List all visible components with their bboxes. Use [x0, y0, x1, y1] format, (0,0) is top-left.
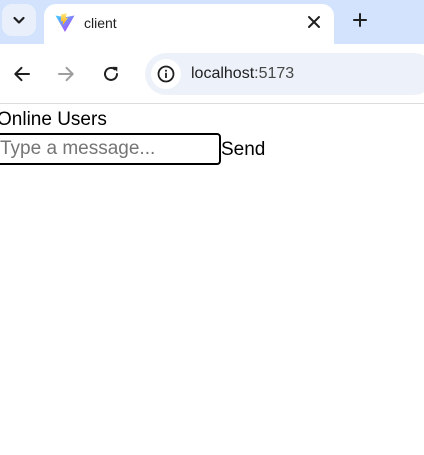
- browser-toolbar: localhost:5173: [0, 44, 424, 104]
- new-tab-button[interactable]: [346, 6, 374, 34]
- send-button[interactable]: Send: [220, 139, 266, 161]
- browser-tab-strip: client: [0, 0, 424, 44]
- chevron-down-icon: [13, 16, 25, 24]
- tab-close-button[interactable]: [302, 10, 326, 34]
- arrow-left-icon: [14, 66, 30, 82]
- back-button[interactable]: [8, 60, 36, 88]
- address-bar[interactable]: localhost:5173: [145, 53, 424, 95]
- tab-search-button[interactable]: [2, 4, 36, 36]
- url-host: localhost: [191, 65, 255, 82]
- plus-icon: [353, 13, 367, 27]
- online-users-heading: Online Users: [0, 109, 107, 130]
- close-icon: [308, 16, 320, 28]
- reload-button[interactable]: [97, 60, 125, 88]
- info-icon: [157, 65, 175, 83]
- active-tab[interactable]: client: [44, 4, 334, 44]
- site-info-button[interactable]: [151, 59, 181, 89]
- forward-button[interactable]: [52, 60, 80, 88]
- page-viewport: Online Users Send: [0, 105, 424, 455]
- arrow-right-icon: [58, 66, 74, 82]
- url-text[interactable]: localhost:5173: [191, 65, 294, 83]
- vite-logo-icon: [55, 13, 75, 32]
- url-port: :5173: [254, 65, 295, 82]
- reload-icon: [104, 66, 118, 81]
- message-input[interactable]: [0, 133, 221, 165]
- tab-title: client: [84, 15, 117, 31]
